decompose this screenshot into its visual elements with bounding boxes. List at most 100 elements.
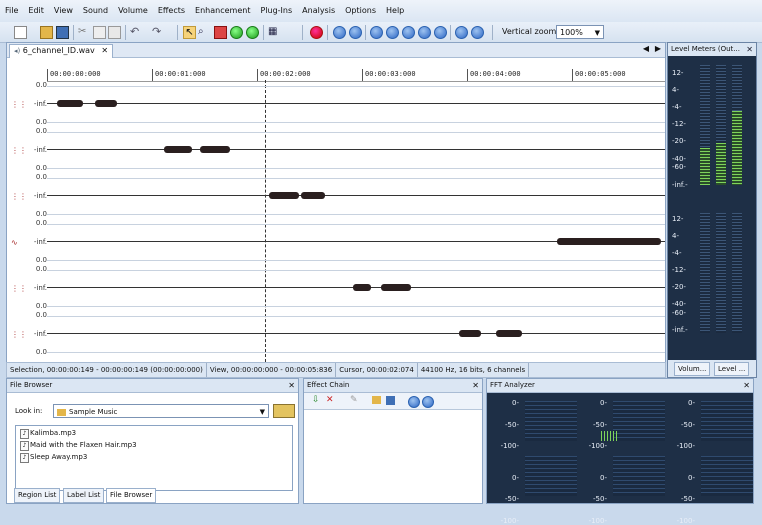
fft-scale-label: -100-: [676, 442, 695, 450]
channel-bottom-label: 0.0: [35, 164, 47, 172]
channel-wave-icon[interactable]: ∿: [11, 238, 20, 247]
music-file-icon: ♪: [20, 441, 29, 451]
pause-all-icon[interactable]: [434, 26, 447, 39]
stop-icon[interactable]: [418, 26, 431, 39]
tab-region-list[interactable]: Region List: [14, 488, 61, 503]
play-loop-icon[interactable]: [386, 26, 399, 39]
ruler-tick: [47, 69, 48, 81]
grid-icon[interactable]: ▦: [268, 26, 281, 39]
list-item[interactable]: Maid with the Flaxen Hair.mp3: [30, 441, 137, 449]
pause-icon[interactable]: [402, 26, 415, 39]
marker-tool-icon[interactable]: [214, 26, 227, 39]
channel-dots-icon[interactable]: ⋮⋮: [11, 284, 27, 293]
menu-help[interactable]: Help: [381, 0, 409, 22]
add-effect-icon[interactable]: ⇩: [312, 395, 320, 405]
menu-edit[interactable]: Edit: [23, 0, 49, 22]
menu-sound[interactable]: Sound: [78, 0, 113, 22]
file-browser-title: File Browser: [7, 379, 298, 393]
fast-forward-icon[interactable]: [455, 26, 468, 39]
scroll-right-icon[interactable]: ▶: [655, 44, 661, 53]
level-meters-panel: Level Meters (Out... ✕ Volum... Level ..…: [667, 42, 757, 378]
level-meter-bar: [700, 213, 710, 333]
copy-icon[interactable]: [93, 26, 106, 39]
play-selection-icon[interactable]: [230, 26, 243, 39]
redo-icon[interactable]: ↷: [152, 26, 165, 39]
close-icon[interactable]: ✕: [743, 379, 750, 392]
open-folder-icon[interactable]: [40, 26, 53, 39]
channel-gridline: [47, 122, 665, 123]
remove-effect-icon[interactable]: ✕: [326, 395, 334, 405]
fft-scale-label: -50-: [681, 495, 695, 503]
undo-icon[interactable]: ↶: [130, 26, 143, 39]
channel-gridline: [47, 214, 665, 215]
close-icon[interactable]: ✕: [746, 43, 753, 56]
play-icon[interactable]: [408, 396, 420, 408]
timeline-ruler[interactable]: 00:00:00:000 00:00:01:000 00:00:02:000 00:0…: [47, 69, 665, 82]
open-folder-icon[interactable]: [372, 396, 381, 404]
level-scale-label: -20-: [672, 283, 686, 291]
level-meter-bar: [716, 213, 726, 333]
tab-label-list[interactable]: Label List: [63, 488, 105, 503]
level-meter-fill: [716, 143, 726, 185]
close-icon[interactable]: ✕: [288, 379, 295, 392]
folder-select[interactable]: Sample Music ▼: [53, 404, 269, 418]
tab-volume[interactable]: Volum...: [674, 362, 711, 376]
channel-mid-label: -inf.: [33, 146, 47, 154]
save-icon[interactable]: [386, 396, 395, 405]
tab-level[interactable]: Level ...: [714, 362, 750, 376]
scroll-left-icon[interactable]: ◀: [643, 44, 649, 53]
file-list[interactable]: ♪ Kalimba.mp3 ♪ Maid with the Flaxen Hai…: [15, 425, 293, 491]
menu-effects[interactable]: Effects: [153, 0, 190, 22]
cut-icon[interactable]: ✂: [78, 26, 91, 39]
folder-up-button[interactable]: [273, 404, 295, 418]
ruler-label: 00:00:00:000: [50, 70, 101, 78]
loop-icon[interactable]: [246, 26, 259, 39]
menu-enhancement[interactable]: Enhancement: [190, 0, 255, 22]
effect-settings-icon[interactable]: ✎: [350, 395, 358, 405]
waveform-clip: [301, 192, 325, 199]
go-to-start-icon[interactable]: [333, 26, 346, 39]
chevron-down-icon: ▼: [594, 29, 600, 37]
channel-dots-icon[interactable]: ⋮⋮: [11, 330, 27, 339]
menu-view[interactable]: View: [49, 0, 78, 22]
new-file-icon[interactable]: [14, 26, 27, 39]
channel-centerline: [47, 149, 665, 150]
save-icon[interactable]: [56, 26, 69, 39]
menu-options[interactable]: Options: [340, 0, 381, 22]
record-icon[interactable]: [310, 26, 323, 39]
level-meter-bar: [732, 213, 742, 333]
file-browser-panel: File Browser ✕ Look in: Sample Music ▼ ♪…: [6, 378, 299, 504]
waveform-clip: [496, 330, 522, 337]
channel-dots-icon[interactable]: ⋮⋮: [11, 100, 27, 109]
play-icon[interactable]: [370, 26, 383, 39]
menu-analysis[interactable]: Analysis: [297, 0, 340, 22]
channel-dots-icon[interactable]: ⋮⋮: [11, 192, 27, 201]
ruler-label: 00:00:01:000: [155, 70, 206, 78]
paste-icon[interactable]: [108, 26, 121, 39]
zoom-tool-icon[interactable]: ⌕: [198, 26, 211, 39]
wav-icon: ◂): [14, 47, 21, 55]
channel-gridline: [47, 178, 665, 179]
list-item[interactable]: Sleep Away.mp3: [30, 453, 87, 461]
vertical-zoom-select[interactable]: 100% ▼: [556, 25, 604, 39]
vertical-zoom-label: Vertical zoom:: [502, 27, 559, 36]
tab-file-browser[interactable]: File Browser: [106, 488, 157, 503]
close-icon[interactable]: ✕: [101, 46, 108, 55]
list-item[interactable]: Kalimba.mp3: [30, 429, 76, 437]
waveform-editor[interactable]: ◂) 6_channel_ID.wav ✕ ◀ ▶ 00:00:00:000 00…: [6, 42, 666, 363]
channel-gridline: [47, 352, 665, 353]
close-icon[interactable]: ✕: [472, 379, 479, 392]
select-tool-icon[interactable]: ↖: [183, 26, 196, 39]
channel-dots-icon[interactable]: ⋮⋮: [11, 146, 27, 155]
tab-document[interactable]: ◂) 6_channel_ID.wav ✕: [9, 44, 114, 58]
menu-plugins[interactable]: Plug-Ins: [255, 0, 297, 22]
rewind-icon[interactable]: [349, 26, 362, 39]
ruler-tick: [362, 69, 363, 81]
menu-volume[interactable]: Volume: [113, 0, 153, 22]
fft-spectrum-box: [613, 456, 665, 496]
channel-top-label: 0.0: [35, 265, 47, 273]
channel-top-label: 0.0: [35, 127, 47, 135]
go-to-end-icon[interactable]: [471, 26, 484, 39]
stop-icon[interactable]: [422, 396, 434, 408]
menu-file[interactable]: File: [0, 0, 23, 22]
